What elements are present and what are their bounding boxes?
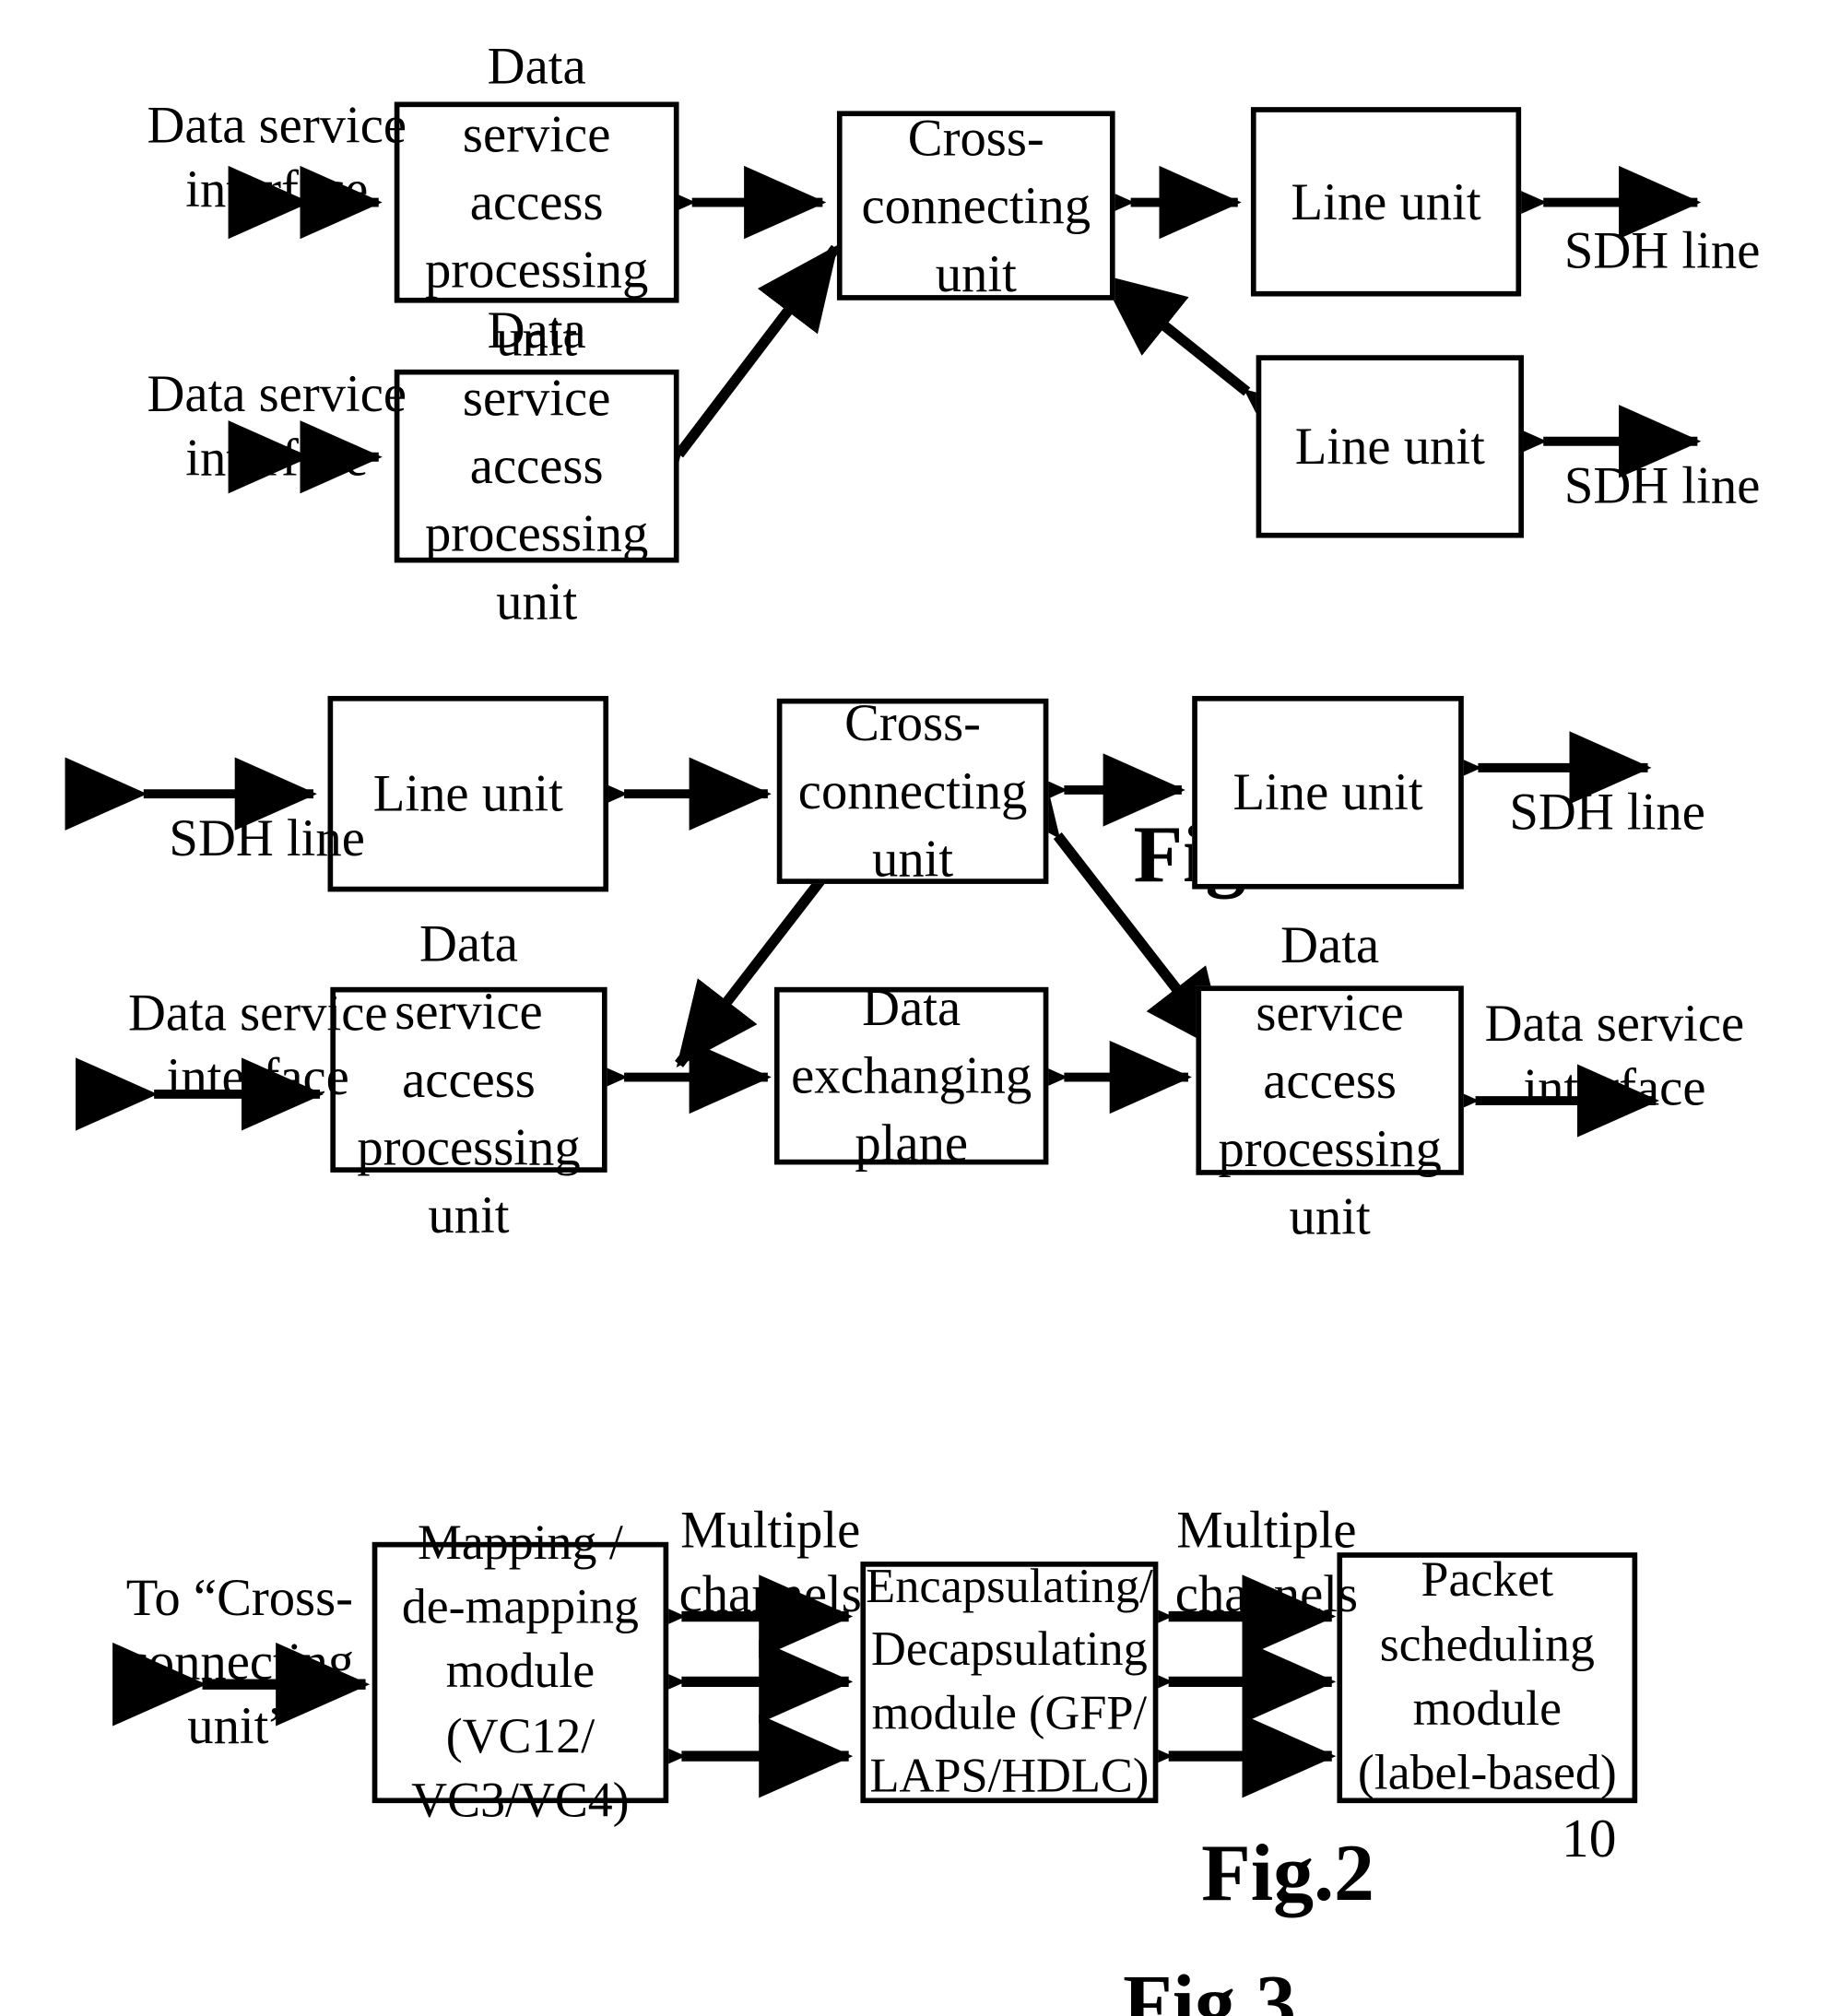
fig2-caption: Fig.2 (1201, 1829, 1374, 1918)
fig2-data-exchanging-plane: Data exchanging plane (773, 978, 1049, 1173)
fig3-reference-number-10: 10 (1562, 1810, 1617, 1870)
fig2-data-service-interface-label-right: Data service interface (1484, 993, 1745, 1116)
fig1-line-unit-bottom: Line unit (1256, 355, 1524, 538)
fig2-cross-connecting-unit: Cross- connecting unit (776, 693, 1049, 888)
fig3-multiple-channels-label-2: Multiple channels (1174, 1500, 1359, 1623)
fig1-data-service-access-processing-unit-top: Data service access processing unit (394, 37, 679, 367)
fig1-data-service-access-processing-unit-bottom: Data service access processing unit (394, 301, 679, 631)
fig3-to-cross-connecting-unit-label: To “Cross- connecting unit” (124, 1568, 355, 1755)
fig2-sdh-line-label-left: SDH line (169, 808, 365, 867)
fig1-data-service-interface-label-top: Data service interface (147, 95, 407, 218)
fig1-line-unit-top: Line unit (1250, 107, 1522, 297)
fig3-caption: Fig.3 (1123, 1960, 1296, 2016)
fig1-cross-connecting-unit: Cross- connecting unit (836, 108, 1115, 302)
drawing-sheet: Data service access processing unit Data… (0, 0, 1828, 2016)
fig2-data-service-interface-label-left: Data service interface (127, 983, 388, 1106)
fig3-encapsulating-decapsulating-module: Encapsulating/ Decapsulating module (GFP… (860, 1561, 1159, 1804)
fig2-data-service-access-processing-unit-right: Data service access processing unit (1196, 914, 1464, 1245)
fig2-line-unit-right: Line unit (1192, 695, 1464, 890)
fig3-mapping-demapping-module: Mapping / de-mapping module (VC12/ VC3/V… (371, 1515, 669, 1828)
fig1-sdh-line-label-bottom: SDH line (1563, 455, 1761, 515)
fig2-sdh-line-label-right: SDH line (1509, 782, 1705, 842)
fig3-multiple-channels-label-1: Multiple channels (678, 1500, 862, 1623)
fig1-data-service-interface-label-bottom: Data service interface (147, 364, 407, 488)
fig1-sdh-line-label-top: SDH line (1563, 220, 1761, 280)
